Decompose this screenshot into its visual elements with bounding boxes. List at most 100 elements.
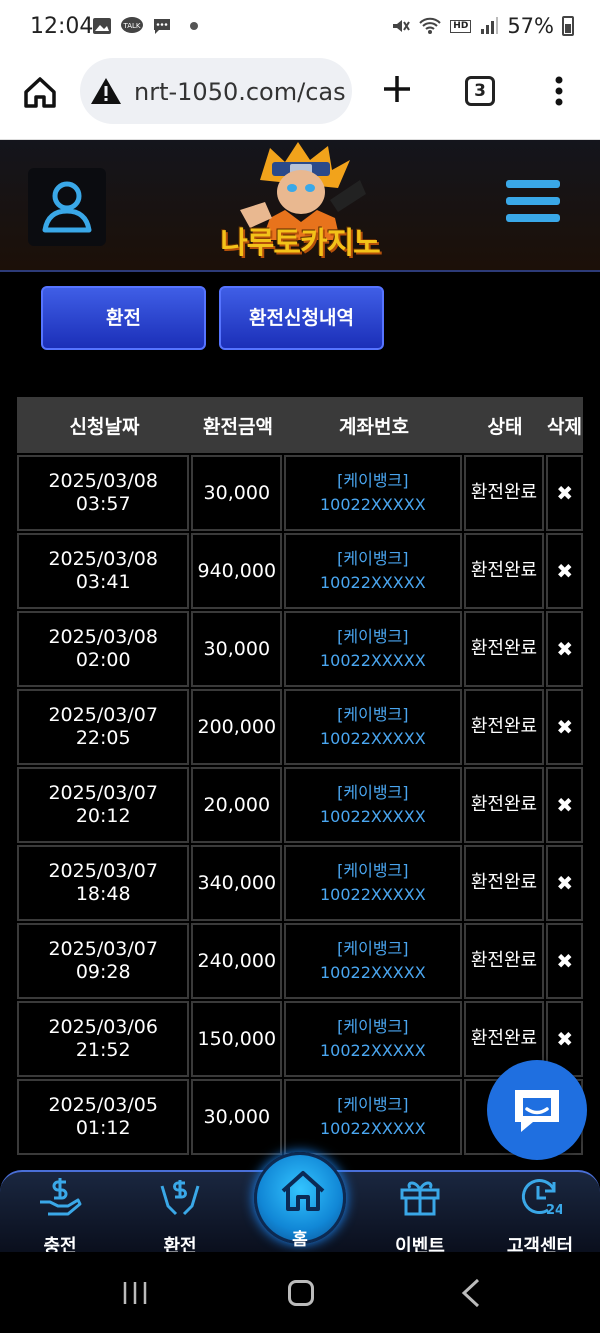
delete-button[interactable]: ✖	[546, 611, 583, 687]
gallery-icon	[93, 18, 111, 34]
nav-home[interactable]: 홈	[254, 1152, 346, 1250]
signal-icon	[481, 17, 499, 34]
account-cell[interactable]: [케이뱅크] 10022XXXXX	[284, 533, 462, 609]
site-header: 나루토카지노	[0, 140, 600, 272]
delete-button[interactable]: ✖	[546, 689, 583, 765]
account-cell[interactable]: [케이뱅크] 10022XXXXX	[284, 1079, 462, 1155]
date-cell: 2025/03/07 20:12	[17, 767, 190, 843]
header-amount: 환전금액	[203, 415, 273, 438]
browser-toolbar: nrt-1050.com/cas 3	[0, 56, 600, 140]
header-date: 신청날짜	[69, 415, 140, 438]
chat-icon	[154, 19, 170, 34]
browser-menu-icon[interactable]	[555, 76, 563, 106]
status-cell: 환전완료	[463, 767, 545, 843]
request-date: 2025/03/06	[48, 1016, 158, 1038]
system-home-button[interactable]	[288, 1280, 314, 1306]
delete-button[interactable]: ✖	[546, 845, 583, 921]
account-number: 10022XXXXX	[319, 1041, 426, 1060]
user-icon	[42, 181, 92, 233]
table-row: 2025/03/08 02:00 30,000 [케이뱅크] 10022XXXXX 환전완…	[17, 611, 583, 689]
bank-name: [케이뱅크]	[337, 783, 409, 802]
account-cell[interactable]: [케이뱅크] 10022XXXXX	[284, 1001, 462, 1077]
hamburger-line	[506, 180, 560, 188]
nav-exchange[interactable]: 환전	[130, 1176, 230, 1257]
table-row: 2025/03/07 22:05 200,000 [케이뱅크] 10022XXXXX 환전…	[17, 689, 583, 767]
gift-icon	[400, 1181, 440, 1216]
battery-icon	[562, 16, 574, 36]
tab-exchange-history[interactable]: 환전신청내역	[219, 286, 384, 350]
back-icon[interactable]	[460, 1278, 482, 1308]
amount-cell: 20,000	[191, 767, 283, 843]
table-row: 2025/03/07 20:12 20,000 [케이뱅크] 10022XXXXX 환전완…	[17, 767, 583, 845]
withdraw-hands-icon	[160, 1180, 200, 1216]
request-time: 21:52	[75, 1039, 131, 1061]
status-cell: 환전완료	[463, 533, 545, 609]
request-date: 2025/03/08	[48, 548, 158, 570]
nav-charge[interactable]: 충전	[10, 1176, 110, 1257]
request-date: 2025/03/05	[48, 1094, 158, 1116]
mute-icon	[393, 20, 411, 32]
deposit-hand-icon	[40, 1178, 82, 1216]
delete-button[interactable]: ✖	[546, 923, 583, 999]
hamburger-menu-button[interactable]	[506, 180, 560, 230]
tab-exchange[interactable]: 환전	[41, 286, 206, 350]
table-row: 2025/03/06 21:52 150,000 [케이뱅크] 10022XXXXX 환전…	[17, 1001, 583, 1079]
account-cell[interactable]: [케이뱅크] 10022XXXXX	[284, 923, 462, 999]
table-row: 2025/03/07 09:28 240,000 [케이뱅크] 10022XXXXX 환전…	[17, 923, 583, 1001]
nav-event[interactable]: 이벤트	[370, 1176, 470, 1257]
delete-button[interactable]: ✖	[546, 767, 583, 843]
status-cell: 환전완료	[463, 611, 545, 687]
account-cell[interactable]: [케이뱅크] 10022XXXXX	[284, 611, 462, 687]
delete-button[interactable]: ✖	[546, 533, 583, 609]
status-cell: 환전완료	[463, 923, 545, 999]
site-logo[interactable]: 나루토카지노	[210, 140, 390, 270]
request-date: 2025/03/08	[48, 626, 158, 648]
date-cell: 2025/03/08 03:57	[17, 455, 190, 531]
new-tab-icon[interactable]	[380, 72, 414, 106]
exchange-history-table: 신청날짜 환전금액 계좌번호 상태 삭제 2025/03/08 03:57 30,0…	[17, 397, 583, 1157]
account-number: 10022XXXXX	[319, 963, 426, 982]
bank-name: [케이뱅크]	[337, 939, 409, 958]
request-time: 22:05	[75, 727, 131, 749]
table-header: 신청날짜 환전금액 계좌번호 상태 삭제	[17, 397, 583, 453]
status-time: 12:04	[30, 14, 94, 39]
account-cell[interactable]: [케이뱅크] 10022XXXXX	[284, 845, 462, 921]
amount-cell: 30,000	[191, 455, 283, 531]
amount-cell: 200,000	[191, 689, 283, 765]
warning-icon[interactable]	[90, 76, 122, 106]
delete-button[interactable]: ✖	[546, 455, 583, 531]
nav-support[interactable]: 24 고객센터	[490, 1176, 590, 1257]
address-bar[interactable]: nrt-1050.com/cas	[80, 58, 352, 124]
amount-cell: 240,000	[191, 923, 283, 999]
browser-home-icon[interactable]	[22, 74, 58, 110]
account-cell[interactable]: [케이뱅크] 10022XXXXX	[284, 767, 462, 843]
support-24h-icon: 24	[521, 1179, 564, 1218]
amount-cell: 940,000	[191, 533, 283, 609]
account-cell[interactable]: [케이뱅크] 10022XXXXX	[284, 689, 462, 765]
date-cell: 2025/03/06 21:52	[17, 1001, 190, 1077]
request-time: 20:12	[75, 805, 131, 827]
bank-name: [케이뱅크]	[337, 861, 409, 880]
amount-cell: 30,000	[191, 1079, 283, 1155]
account-number: 10022XXXXX	[319, 885, 426, 904]
request-time: 02:00	[75, 649, 131, 671]
url-text[interactable]: nrt-1050.com/cas	[134, 78, 346, 106]
home-icon	[281, 1171, 325, 1211]
recent-apps-icon[interactable]	[122, 1280, 148, 1306]
account-cell[interactable]: [케이뱅크] 10022XXXXX	[284, 455, 462, 531]
request-time: 18:48	[75, 883, 131, 905]
date-cell: 2025/03/08 02:00	[17, 611, 190, 687]
bank-name: [케이뱅크]	[337, 705, 409, 724]
bank-name: [케이뱅크]	[337, 471, 409, 490]
header-account: 계좌번호	[339, 415, 409, 438]
date-cell: 2025/03/07 22:05	[17, 689, 190, 765]
tab-switcher-button[interactable]: 3	[465, 76, 495, 106]
user-button[interactable]	[28, 168, 106, 246]
bank-name: [케이뱅크]	[337, 627, 409, 646]
kakaotalk-icon: TALK	[121, 17, 143, 33]
live-chat-button[interactable]	[487, 1060, 587, 1160]
account-number: 10022XXXXX	[319, 651, 426, 670]
table-body: 2025/03/08 03:57 30,000 [케이뱅크] 10022XXXXX 환전완…	[17, 455, 583, 1157]
request-date: 2025/03/07	[48, 704, 158, 726]
request-date: 2025/03/07	[48, 860, 158, 882]
